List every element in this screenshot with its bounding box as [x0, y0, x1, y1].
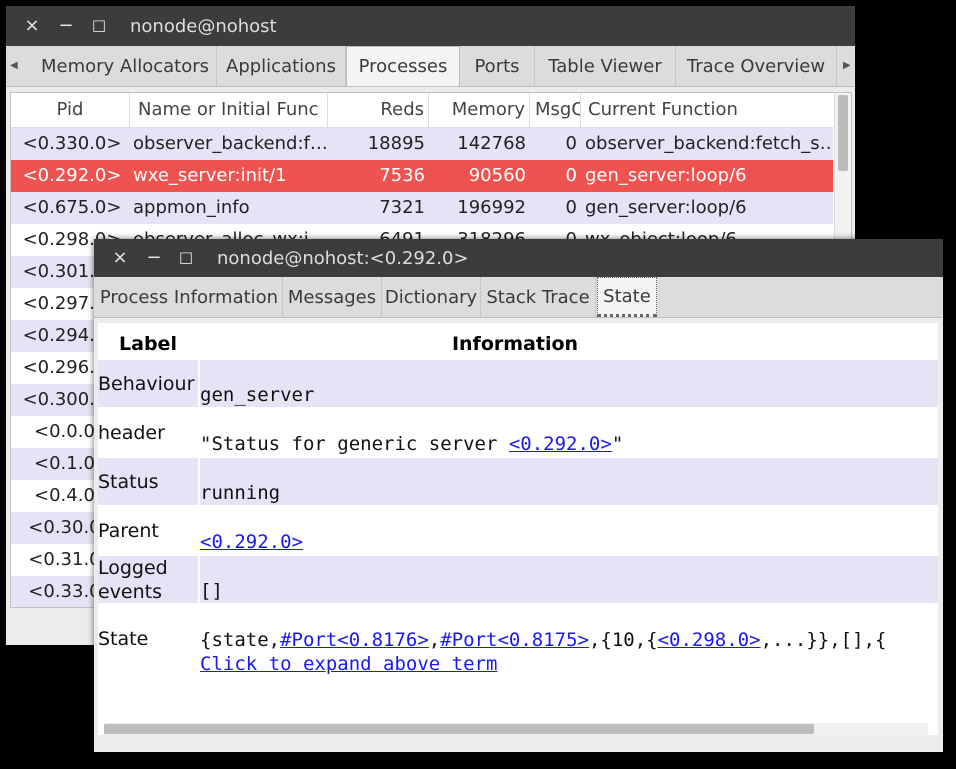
table-cell-msgq: 0 — [565, 133, 577, 154]
column-reds[interactable]: Reds — [329, 93, 429, 127]
behaviour-row: Behaviour gen_server — [98, 360, 938, 407]
state-horizontal-scrollbar[interactable] — [104, 723, 928, 735]
process-titlebar: × − □ nonode@nohost:<0.292.0> — [94, 239, 943, 277]
tab-state[interactable]: State — [597, 277, 657, 317]
tab-dictionary[interactable]: Dictionary — [382, 277, 481, 317]
state-label: State — [98, 628, 149, 650]
maximize-icon[interactable]: □ — [89, 15, 109, 35]
minimize-icon[interactable]: − — [56, 16, 76, 36]
parent-pid-link[interactable]: <0.292.0> — [200, 531, 303, 553]
tab-scroll-left-icon[interactable]: ◀ — [10, 60, 18, 71]
tab-memory-allocators[interactable]: Memory Allocators — [34, 46, 217, 86]
tab-applications[interactable]: Applications — [217, 46, 346, 86]
header-row: header "Status for generic server <0.292… — [98, 409, 938, 456]
tab-trace-overview[interactable]: Trace Overview — [676, 46, 837, 86]
parent-label: Parent — [98, 520, 159, 542]
state-value: {state,#Port<0.8176>,#Port<0.8175>,{10,{… — [200, 629, 887, 675]
main-window-title: nonode@nohost — [130, 16, 277, 37]
logged-events-label: Logged events — [98, 556, 198, 603]
column-msgq[interactable]: MsgQ — [531, 93, 581, 127]
close-icon[interactable]: × — [22, 16, 42, 36]
information-column-header: Information — [451, 333, 579, 355]
column-memory[interactable]: Memory — [430, 93, 530, 127]
table-cell-msgq: 0 — [565, 165, 577, 186]
port-link-8175[interactable]: #Port<0.8175> — [440, 629, 589, 651]
table-cell-mem: 142768 — [457, 133, 526, 154]
minimize-icon[interactable]: − — [144, 248, 164, 268]
table-cell-reds: 7321 — [379, 197, 425, 218]
state-header-row: Label Information — [98, 333, 938, 359]
column-pid[interactable]: Pid — [11, 93, 130, 127]
table-cell-func: gen_server:loop/6 — [585, 165, 747, 186]
process-table-header: Pid Name or Initial Func Reds Memory Msg… — [11, 93, 833, 128]
table-row[interactable]: <0.330.0> observer_backend:f… 18895 142768 0… — [11, 128, 833, 160]
close-icon[interactable]: × — [110, 248, 130, 268]
table-cell-reds: 7536 — [379, 165, 425, 186]
main-tab-bar: ◀ Memory Allocators Applications Process… — [6, 46, 855, 87]
tab-process-information[interactable]: Process Information — [96, 277, 283, 317]
tab-table-viewer[interactable]: Table Viewer — [535, 46, 676, 86]
tab-scroll-right-icon[interactable]: ▶ — [843, 60, 851, 71]
status-row: Status running — [98, 458, 938, 505]
tab-messages[interactable]: Messages — [283, 277, 382, 317]
parent-row: Parent <0.292.0> — [98, 507, 938, 554]
logged-events-row: Logged events [] — [98, 556, 938, 603]
table-cell-func: observer_backend:fetch_s… — [585, 133, 831, 154]
table-cell-pid: <0.675.0> — [22, 197, 122, 218]
tab-processes[interactable]: Processes — [346, 46, 460, 86]
table-cell-name: appmon_info — [133, 197, 250, 218]
table-row[interactable]: <0.675.0> appmon_info 7321 196992 0 gen_serve… — [11, 192, 833, 224]
status-label: Status — [98, 458, 198, 505]
label-column-header: Label — [119, 333, 177, 355]
parent-value: <0.292.0> — [200, 507, 938, 554]
tab-ports[interactable]: Ports — [460, 46, 535, 86]
table-cell-reds: 18895 — [367, 133, 425, 154]
port-link-8176[interactable]: #Port<0.8176> — [280, 629, 429, 651]
table-cell-pid: <0.292.0> — [22, 165, 122, 186]
table-cell-func: gen_server:loop/6 — [585, 197, 747, 218]
header-label: header — [98, 422, 165, 444]
column-current-function[interactable]: Current Function — [582, 93, 833, 127]
status-value: running — [200, 458, 938, 505]
table-cell-mem: 196992 — [457, 197, 526, 218]
header-value: "Status for generic server <0.292.0>" — [200, 433, 624, 455]
table-cell-mem: 90560 — [468, 165, 526, 186]
table-cell-name: wxe_server:init/1 — [133, 165, 287, 186]
process-info-window: × − □ nonode@nohost:<0.292.0> Process In… — [94, 239, 943, 752]
expand-term-link[interactable]: Click to expand above term — [200, 653, 497, 675]
table-cell-msgq: 0 — [565, 197, 577, 218]
scrollbar-thumb[interactable] — [838, 95, 848, 171]
table-cell-name: observer_backend:f… — [133, 133, 327, 154]
state-panel: Label Information Behaviour gen_server h… — [98, 323, 938, 735]
table-row[interactable]: <0.292.0> wxe_server:init/1 7536 90560 0 gen_… — [11, 160, 833, 192]
scrollbar-thumb[interactable] — [104, 724, 814, 734]
main-titlebar: × − □ nonode@nohost — [6, 6, 855, 46]
maximize-icon[interactable]: □ — [176, 247, 196, 267]
tab-stack-trace[interactable]: Stack Trace — [481, 277, 596, 317]
behaviour-value: gen_server — [200, 360, 938, 407]
pid-link-298[interactable]: <0.298.0> — [658, 629, 761, 651]
table-cell-pid: <0.330.0> — [22, 133, 122, 154]
state-row: State {state,#Port<0.8176>,#Port<0.8175>… — [98, 605, 938, 685]
process-tab-bar: Process Information Messages Dictionary … — [94, 277, 943, 318]
logged-events-value: [] — [200, 556, 938, 603]
column-name[interactable]: Name or Initial Func — [130, 93, 328, 127]
header-pid-link[interactable]: <0.292.0> — [509, 433, 612, 455]
behaviour-label: Behaviour — [98, 360, 198, 407]
process-window-title: nonode@nohost:<0.292.0> — [217, 248, 469, 269]
